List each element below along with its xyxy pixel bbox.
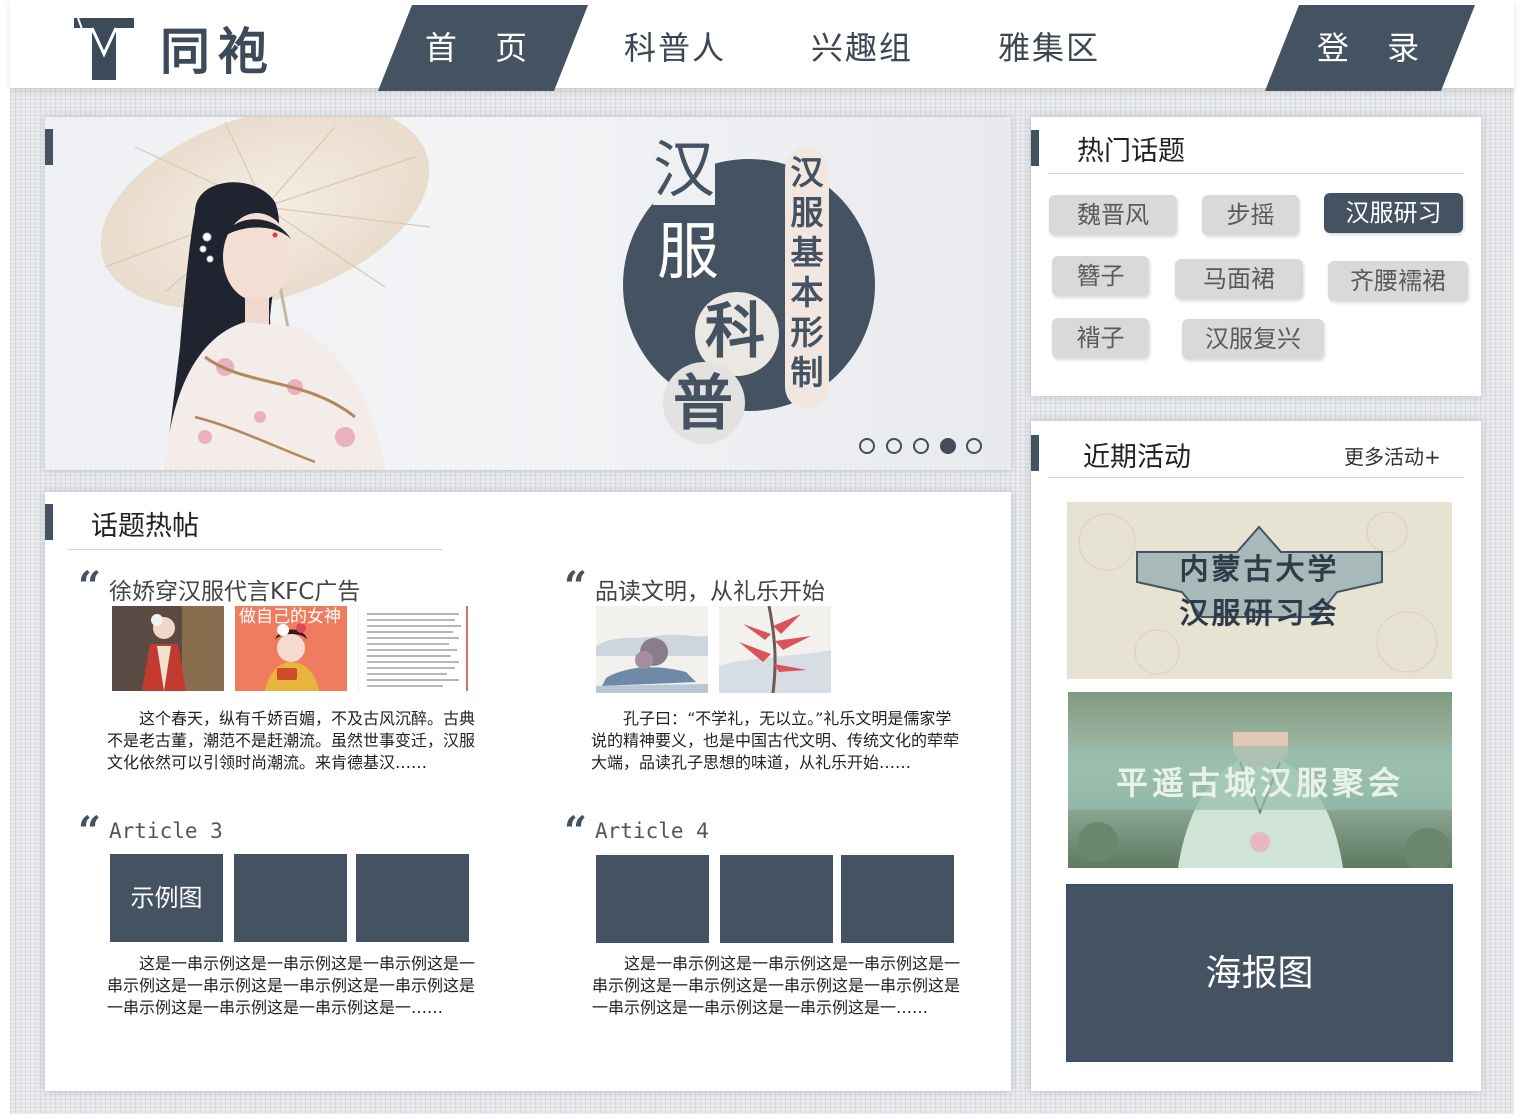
tag-hanfu-revival[interactable]: 汉服复兴 (1182, 319, 1324, 359)
more-activities-link[interactable]: 更多活动+ (1344, 441, 1441, 470)
post-2-thumb-1-landscape (596, 606, 708, 693)
top-navbar: 同袍 首 页 科普人 兴趣组 雅集区 登 录 (10, 0, 1514, 91)
hanfu-logo-icon[interactable] (72, 14, 136, 82)
hot-posts-bar (45, 504, 53, 540)
activity-card-pingyao[interactable]: 平遥古城汉服聚会 (1068, 692, 1452, 868)
hot-posts-card: 话题热帖 “ 徐娇穿汉服代言KFC广告 做自己的女神 这个春天，纵有千娇百媚，不… (45, 492, 1011, 1091)
nav-home[interactable]: 首 页 (408, 5, 558, 91)
hot-topics-title: 热门话题 (1077, 136, 1185, 167)
quote-icon: “ (78, 808, 102, 855)
carousel-dot-4[interactable] (940, 438, 956, 454)
post-1-thumb-3[interactable] (358, 606, 470, 691)
post-2-thumb-2-branch (719, 606, 831, 693)
banner-title-han: 汉 (653, 133, 716, 206)
hot-posts-title: 话题热帖 (91, 511, 199, 542)
banner-title-pu: 普 (673, 369, 733, 439)
recent-activities-divider (1049, 477, 1463, 478)
recent-activities-title: 近期活动 (1083, 442, 1191, 473)
post-title-3[interactable]: Article 3 (109, 819, 223, 843)
post-3-thumb-3[interactable] (356, 854, 469, 942)
banner-vertical-text: 汉服基本形制 (790, 153, 824, 392)
poster-label: 海报图 (1205, 953, 1314, 994)
recent-activities-card: 近期活动 更多活动+ 内蒙古大学 汉服研习会 平遥古城汉服聚会 海报图 (1031, 421, 1481, 1091)
tag-qiyaoruqun[interactable]: 齐腰襦裙 (1328, 261, 1468, 301)
post-4-thumb-2[interactable] (720, 855, 833, 943)
hanfu-model-illustration (100, 117, 431, 470)
post-text-4: 这是一串示例这是一串示例这是一串示例这是一串示例这是一串示例这是一串示例这是一串… (592, 954, 961, 1017)
post-1-thumb-2[interactable]: 做自己的女神 (235, 606, 347, 691)
brand-name[interactable]: 同袍 (160, 12, 276, 84)
post-text-1: 这个春天，纵有千娇百媚，不及古风沉醉。古典不是老古董，潮范不是赶潮流。虽然世事变… (107, 709, 476, 772)
post-1-thumb-1-figure (112, 606, 224, 691)
banner-title-fu: 服 (657, 215, 720, 288)
quote-icon: “ (78, 563, 102, 610)
carousel-dot-3[interactable] (913, 438, 929, 454)
poster-placeholder[interactable]: 海报图 (1066, 884, 1453, 1062)
activity-imu-line1: 内蒙古大学 (1179, 552, 1340, 586)
banner-title-ke: 科 (705, 297, 765, 367)
tag-mamianqun[interactable]: 马面裙 (1175, 259, 1303, 299)
post-3-thumb-2[interactable] (234, 854, 347, 942)
post-title-2[interactable]: 品读文明，从礼乐开始 (595, 572, 825, 606)
hero-banner[interactable]: 、 (45, 117, 1011, 470)
post-2-thumb-1[interactable] (596, 606, 708, 693)
activity-imu-line2: 汉服研习会 (1179, 596, 1340, 630)
post-1-thumb-1[interactable] (112, 606, 224, 691)
login-button[interactable]: 登 录 (1300, 5, 1450, 91)
post-3-thumb-caption: 示例图 (130, 884, 203, 912)
recent-activities-bar (1031, 435, 1039, 471)
post-3-thumb-1[interactable]: 示例图 (110, 854, 223, 942)
post-title-1[interactable]: 徐娇穿汉服代言KFC广告 (109, 572, 360, 606)
hot-topics-bar (1031, 130, 1039, 166)
carousel-dot-5[interactable] (966, 438, 982, 454)
tag-hanfu-study[interactable]: 汉服研习 (1324, 193, 1463, 233)
carousel-dot-2[interactable] (886, 438, 902, 454)
post-1-thumb-2-caption: 做自己的女神 (239, 607, 341, 627)
quote-icon: “ (564, 563, 588, 610)
hot-topics-divider (1049, 173, 1463, 174)
activity-card-imu[interactable]: 内蒙古大学 汉服研习会 (1067, 502, 1452, 679)
tag-weijin[interactable]: 魏晋风 (1049, 195, 1177, 235)
nav-gallery[interactable]: 雅集区 (974, 5, 1124, 91)
activity-pingyao-title: 平遥古城汉服聚会 (1115, 764, 1404, 802)
tag-buyao[interactable]: 步摇 (1202, 195, 1299, 235)
post-2-thumb-2[interactable] (719, 606, 831, 693)
nav-science[interactable]: 科普人 (600, 5, 750, 91)
quote-icon: “ (564, 808, 588, 855)
post-4-thumb-3[interactable] (841, 855, 954, 943)
post-1-thumb-3-lines (367, 606, 468, 691)
post-title-4[interactable]: Article 4 (595, 819, 709, 843)
hot-posts-divider (68, 549, 442, 550)
post-text-3: 这是一串示例这是一串示例这是一串示例这是一串示例这是一串示例这是一串示例这是一串… (107, 954, 476, 1017)
tag-beizi[interactable]: 褙子 (1052, 318, 1149, 358)
tag-zanzi[interactable]: 簪子 (1052, 256, 1149, 296)
post-4-thumb-1[interactable] (596, 855, 709, 943)
carousel-dot-1[interactable] (859, 438, 875, 454)
hot-topics-card: 热门话题 魏晋风 步摇 汉服研习 簪子 马面裙 齐腰襦裙 褙子 汉服复兴 (1031, 117, 1481, 396)
post-text-2: 孔子曰：“不学礼，无以立。”礼乐文明是儒家学说的精神要义，也是中国古代文明、传统… (591, 709, 960, 772)
nav-interest[interactable]: 兴趣组 (787, 5, 937, 91)
